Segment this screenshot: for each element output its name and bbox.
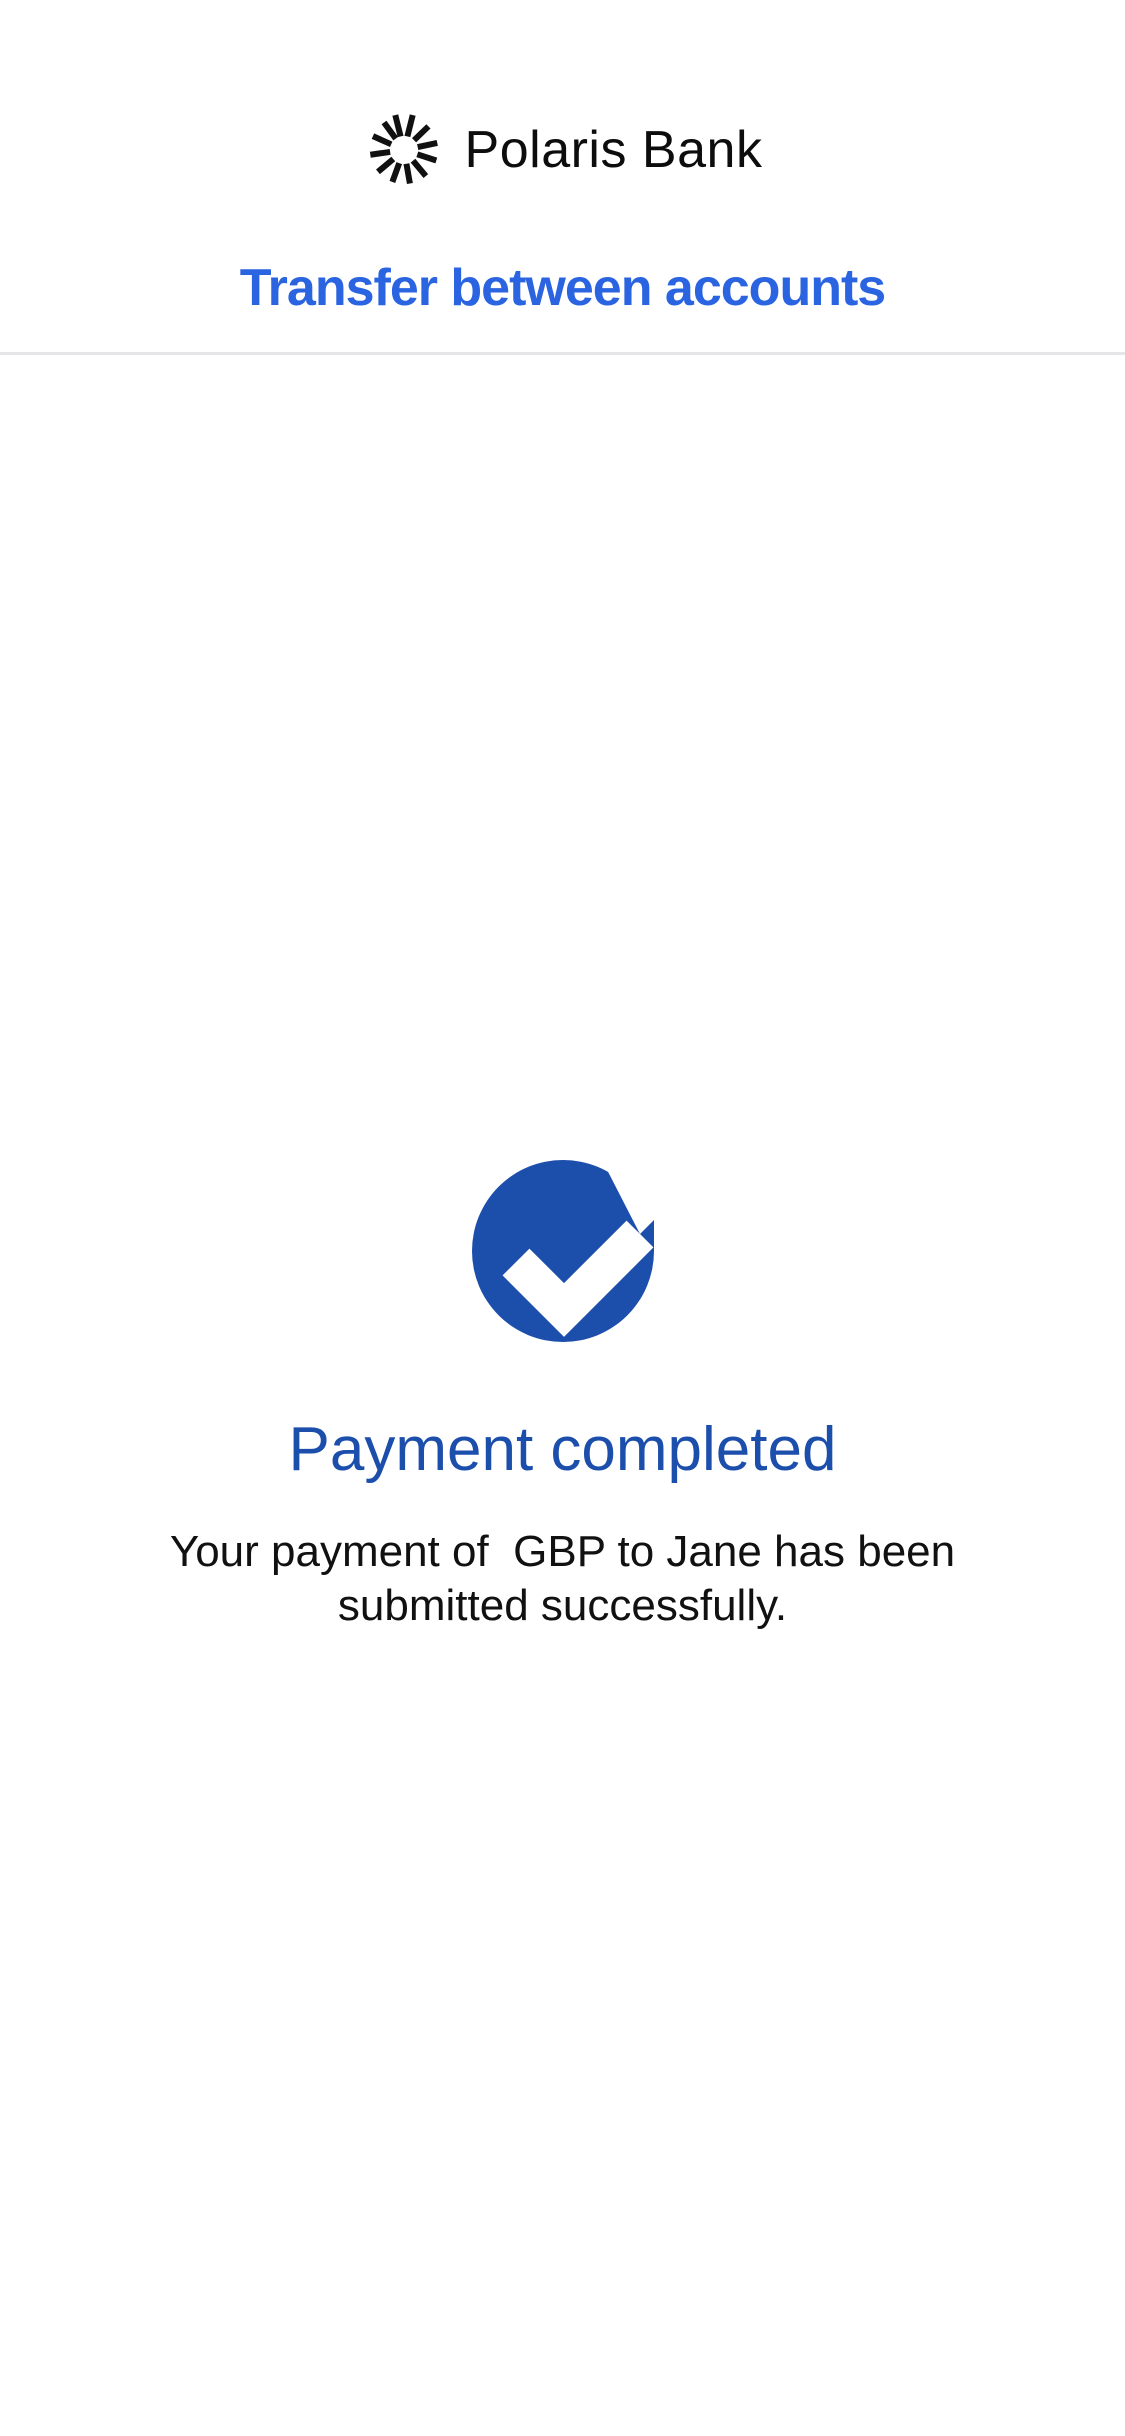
check-circle-icon [471, 1160, 654, 1342]
payment-confirmation: Payment completed Your payment of GBP to… [0, 1160, 1125, 1633]
page-title: Transfer between accounts [239, 259, 886, 317]
top-header: Polaris Bank Transfer between accounts [0, 0, 1125, 355]
app-screen: Polaris Bank Transfer between accounts P… [0, 0, 1125, 2436]
bank-name: Polaris Bank [464, 121, 763, 179]
bank-brand: Polaris Bank [0, 108, 1125, 192]
success-title: Payment completed [288, 1415, 837, 1484]
sunburst-logo-icon [363, 109, 445, 191]
success-message: Your payment of GBP to Jane has been sub… [169, 1527, 968, 1630]
